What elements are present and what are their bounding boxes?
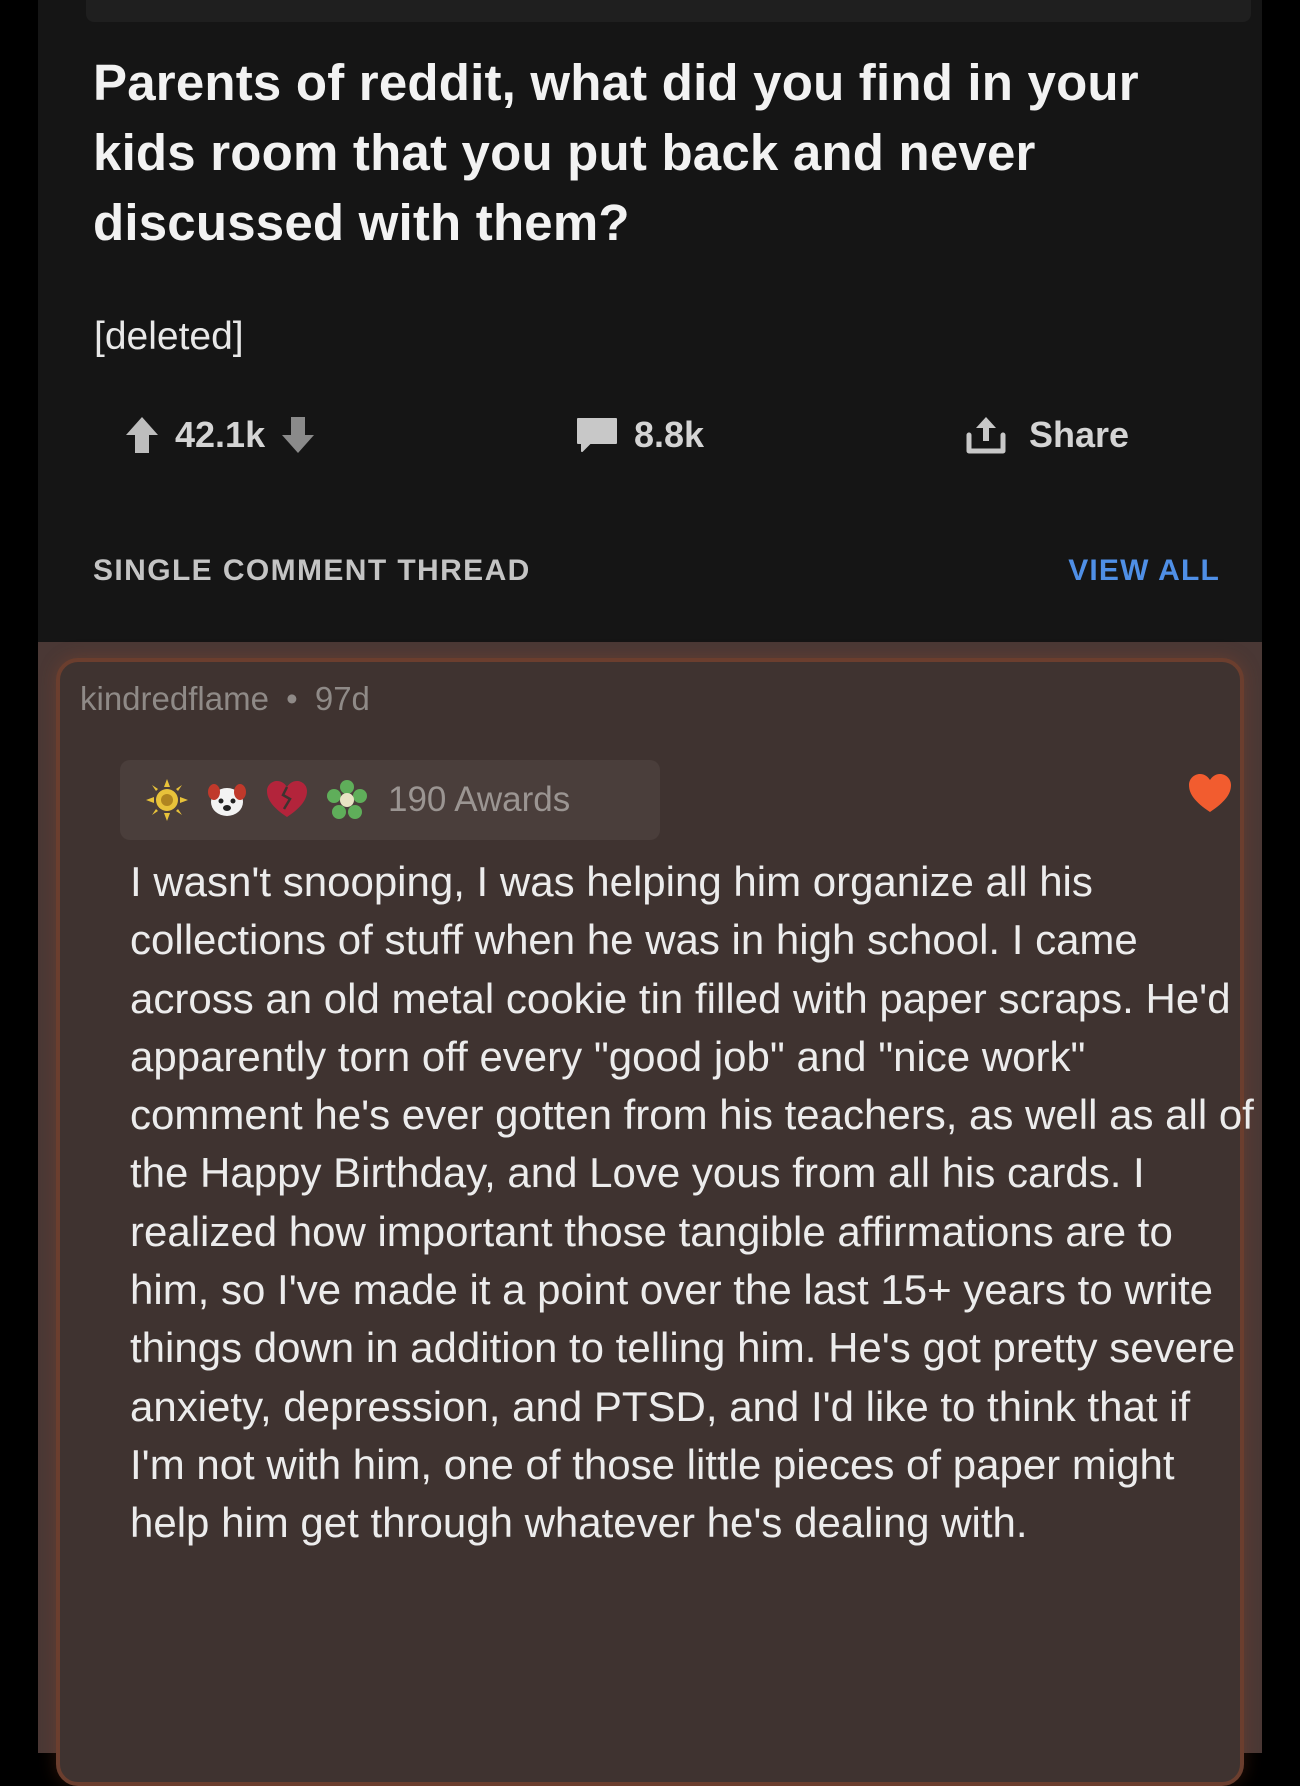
app-frame: Parents of reddit, what did you find in … [38,0,1262,1786]
dog-award-icon [204,777,250,823]
arrow-down-icon[interactable] [279,413,317,457]
share-icon [963,413,1009,457]
awards-count: 190 Awards [388,780,571,819]
sun-award-icon [144,777,190,823]
comment-bubble-icon [574,415,620,455]
post-card: Parents of reddit, what did you find in … [38,0,1262,642]
wholesome-award-icon [324,777,370,823]
comment-username[interactable]: kindredflame [80,680,269,717]
single-comment-thread-label: SINGLE COMMENT THREAD [93,554,531,587]
awards-pill[interactable]: 190 Awards [120,760,660,840]
upvote-count: 42.1k [175,414,266,455]
thread-bar: SINGLE COMMENT THREAD VIEW ALL [38,548,1262,598]
share-label: Share [1029,414,1130,455]
view-all-link[interactable]: VIEW ALL [1068,554,1220,588]
post-title[interactable]: Parents of reddit, what did you find in … [93,48,1203,258]
comment-age: 97d [314,680,370,717]
meta-separator: • [286,680,298,717]
comments-button[interactable]: 8.8k [574,405,704,465]
comment-body: I wasn't snooping, I was helping him org… [130,858,1254,1547]
broken-heart-award-icon [264,777,310,823]
top-divider [86,0,1251,22]
comment-count: 8.8k [634,414,705,455]
comment-meta: kindredflame • 97d [80,680,370,718]
post-author: [deleted] [94,315,244,358]
heart-icon[interactable] [1186,770,1234,818]
post-action-bar: 42.1k 8.8k Share [38,405,1262,465]
vote-group: 42.1k [123,405,317,465]
share-button[interactable]: Share [963,405,1129,465]
arrow-up-icon[interactable] [123,413,161,457]
